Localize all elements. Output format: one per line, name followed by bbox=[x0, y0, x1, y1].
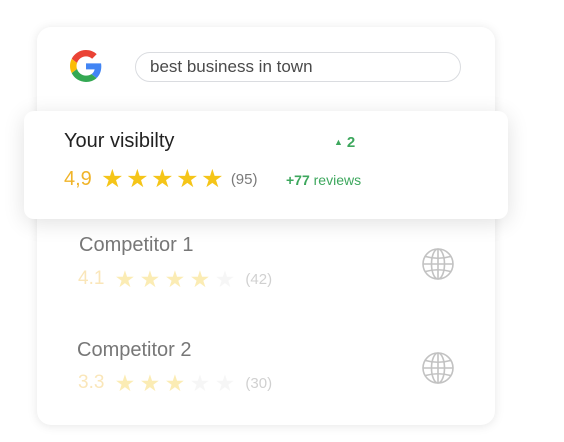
star-icon: ★ bbox=[214, 265, 236, 292]
competitor-1-review-count: (42) bbox=[245, 270, 273, 288]
star-icon: ★ bbox=[164, 369, 186, 396]
star-icon: ★ bbox=[139, 369, 161, 396]
own-stars: ★ ★ ★ ★ ★ bbox=[100, 164, 225, 193]
own-rating-row: 4,9 ★ ★ ★ ★ ★ (95) bbox=[64, 164, 258, 194]
globe-icon[interactable] bbox=[421, 247, 455, 281]
star-icon: ★ bbox=[201, 164, 224, 193]
competitor-2-name: Competitor 2 bbox=[77, 339, 192, 361]
star-icon: ★ bbox=[214, 369, 236, 396]
star-icon: ★ bbox=[189, 265, 211, 292]
google-logo-icon bbox=[70, 50, 102, 82]
star-icon: ★ bbox=[139, 265, 161, 292]
competitor-2-rating-row: 3.3 ★ ★ ★ ★ ★ (30) bbox=[78, 369, 272, 397]
own-score: 4,9 bbox=[64, 167, 92, 190]
star-icon: ★ bbox=[114, 369, 136, 396]
new-reviews-count: +77 bbox=[286, 172, 310, 188]
globe-icon[interactable] bbox=[421, 351, 455, 385]
competitor-1-score: 4.1 bbox=[78, 268, 105, 289]
visibility-title: Your visibilty bbox=[64, 130, 175, 152]
rank-change-badge: ▲ 2 bbox=[334, 134, 355, 151]
triangle-up-icon: ▲ bbox=[334, 137, 343, 147]
search-input[interactable] bbox=[135, 52, 461, 82]
rank-change-value: 2 bbox=[346, 134, 356, 151]
star-icon: ★ bbox=[164, 265, 186, 292]
own-review-count: (95) bbox=[230, 170, 258, 188]
new-reviews-label: reviews bbox=[313, 172, 362, 188]
star-icon: ★ bbox=[189, 369, 211, 396]
competitor-2-stars: ★ ★ ★ ★ ★ bbox=[112, 369, 237, 396]
star-icon: ★ bbox=[176, 164, 199, 193]
new-reviews: +77 reviews bbox=[286, 172, 361, 188]
competitor-2-review-count: (30) bbox=[245, 374, 273, 392]
star-icon: ★ bbox=[126, 164, 149, 193]
star-icon: ★ bbox=[114, 265, 136, 292]
competitor-2-score: 3.3 bbox=[78, 372, 105, 393]
competitor-1-stars: ★ ★ ★ ★ ★ bbox=[112, 265, 237, 292]
star-icon: ★ bbox=[101, 164, 124, 193]
star-icon: ★ bbox=[151, 164, 174, 193]
competitor-1-rating-row: 4.1 ★ ★ ★ ★ ★ (42) bbox=[78, 265, 272, 293]
competitor-1-name: Competitor 1 bbox=[79, 234, 194, 256]
